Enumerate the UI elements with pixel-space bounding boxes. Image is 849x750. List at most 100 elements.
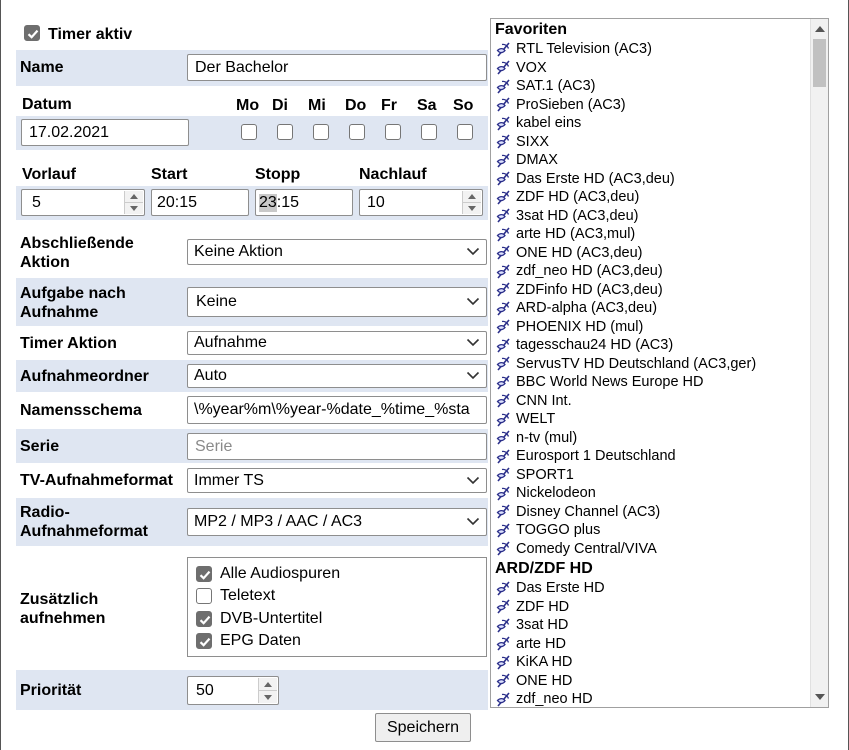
name-input[interactable]: Der Bachelor (187, 54, 487, 81)
channel-item[interactable]: Das Erste HD (491, 579, 810, 598)
channel-item[interactable]: ONE HD (AC3,deu) (491, 244, 810, 263)
channel-item[interactable]: ServusTV HD Deutschland (AC3,ger) (491, 355, 810, 374)
date-input[interactable]: 17.02.2021 (21, 119, 189, 146)
satellite-icon (496, 618, 510, 633)
channel-item[interactable]: CNN Int. (491, 392, 810, 411)
channel-name: ZDFinfo HD (AC3,deu) (516, 281, 663, 298)
channel-group-header: ARD/ZDF HD (495, 560, 593, 577)
channel-item[interactable]: zdf_neo HD (491, 690, 810, 707)
radio-format-label: Radio- Aufnahmeformat (20, 504, 149, 540)
day-label-sa: Sa (417, 97, 437, 114)
channel-item[interactable]: SPORT1 (491, 466, 810, 485)
channel-item[interactable]: SAT.1 (AC3) (491, 77, 810, 96)
channel-item[interactable]: KiKA HD (491, 653, 810, 672)
channel-item[interactable]: arte HD (AC3,mul) (491, 225, 810, 244)
channel-item[interactable]: PHOENIX HD (mul) (491, 318, 810, 337)
channel-item[interactable]: ARD-alpha (AC3,deu) (491, 299, 810, 318)
channel-item[interactable]: ZDF HD (491, 598, 810, 617)
satellite-icon (496, 245, 510, 260)
day-checkbox-sa[interactable] (421, 124, 437, 140)
timer-action-select[interactable]: Aufnahme (187, 331, 487, 355)
channel-item[interactable]: Disney Channel (AC3) (491, 503, 810, 522)
scroll-down-icon[interactable] (815, 694, 825, 700)
name-schema-input[interactable]: \%year%m\%year-%date_%time_%sta (187, 396, 487, 424)
channel-name: CNN Int. (516, 392, 572, 409)
radio-format-select[interactable]: MP2 / MP3 / AAC / AC3 (187, 508, 487, 536)
channel-item[interactable]: ONE HD (491, 672, 810, 691)
timer-active-checkbox[interactable] (24, 25, 40, 41)
channel-item[interactable]: ZDFinfo HD (AC3,deu) (491, 281, 810, 300)
option-teletext-checkbox[interactable] (196, 588, 212, 604)
nachlauf-value: 10 (367, 193, 385, 211)
channel-item[interactable]: SIXX (491, 133, 810, 152)
channel-item[interactable]: zdf_neo HD (AC3,deu) (491, 262, 810, 281)
day-checkbox-mi[interactable] (313, 124, 329, 140)
day-checkbox-fr[interactable] (385, 124, 401, 140)
channel-item[interactable]: TOGGO plus (491, 521, 810, 540)
channel-item[interactable]: ProSieben (AC3) (491, 96, 810, 115)
vorlauf-input[interactable]: 5 (21, 189, 145, 216)
channel-item[interactable]: Comedy Central/VIVA (491, 540, 810, 559)
stepper-up-icon[interactable] (258, 678, 277, 691)
record-folder-select[interactable]: Auto (187, 364, 487, 388)
stepper-down-icon[interactable] (124, 203, 143, 214)
save-button[interactable]: Speichern (375, 713, 471, 742)
channel-group-header: Favoriten (495, 21, 568, 38)
priority-stepper[interactable] (258, 678, 277, 703)
stopp-input[interactable]: 23:15 (255, 189, 353, 216)
nachlauf-stepper[interactable] (462, 191, 481, 214)
day-checkbox-di[interactable] (277, 124, 293, 140)
satellite-icon (496, 412, 510, 427)
stopp-minutes: :15 (276, 193, 300, 211)
scroll-up-icon[interactable] (815, 26, 825, 32)
channel-list[interactable]: Favoriten RTL Television (AC3) VOX SAT.1 (A… (490, 18, 829, 708)
channel-item[interactable]: ZDF HD (AC3,deu) (491, 188, 810, 207)
channel-item[interactable]: DMAX (491, 151, 810, 170)
vorlauf-stepper[interactable] (124, 191, 143, 214)
satellite-icon (496, 541, 510, 556)
satellite-icon (496, 116, 510, 131)
day-checkbox-so[interactable] (457, 124, 473, 140)
scroll-thumb[interactable] (813, 39, 826, 87)
priority-input[interactable]: 50 (187, 676, 279, 705)
after-record-select[interactable]: Keine (187, 287, 487, 317)
stepper-up-icon[interactable] (462, 191, 481, 203)
channel-name: DMAX (516, 152, 558, 168)
satellite-icon (496, 190, 510, 205)
series-input[interactable]: Serie (187, 433, 487, 460)
satellite-icon (496, 338, 510, 353)
satellite-icon (496, 153, 510, 168)
stepper-down-icon[interactable] (258, 691, 277, 703)
satellite-icon (496, 282, 510, 297)
channel-item[interactable]: RTL Television (AC3) (491, 40, 810, 59)
channel-item[interactable]: tagesschau24 HD (AC3) (491, 336, 810, 355)
channel-item[interactable]: Eurosport 1 Deutschland (491, 447, 810, 466)
channel-item[interactable]: 3sat HD (491, 616, 810, 635)
channel-name: arte HD (516, 635, 566, 652)
priority-label: Priorität (20, 682, 82, 699)
channel-item[interactable]: kabel eins (491, 114, 810, 133)
closing-action-select[interactable]: Keine Aktion (187, 239, 487, 265)
option-epg-data-checkbox[interactable] (196, 633, 212, 649)
channel-item[interactable]: WELT (491, 410, 810, 429)
option-all-audio-checkbox[interactable] (196, 566, 212, 582)
stepper-down-icon[interactable] (462, 203, 481, 214)
channel-item[interactable]: 3sat HD (AC3,deu) (491, 207, 810, 226)
channel-item[interactable]: Das Erste HD (AC3,deu) (491, 170, 810, 189)
day-checkbox-mo[interactable] (241, 124, 257, 140)
channel-item[interactable]: arte HD (491, 635, 810, 654)
day-checkbox-do[interactable] (349, 124, 365, 140)
day-label-so: So (453, 97, 474, 114)
channel-name: Das Erste HD (516, 580, 605, 596)
channel-name: ServusTV HD Deutschland (AC3,ger) (516, 355, 757, 372)
channel-item[interactable]: Nickelodeon (491, 484, 810, 503)
option-dvb-subtitles-checkbox[interactable] (196, 611, 212, 627)
channel-item[interactable]: VOX (491, 59, 810, 78)
channel-item[interactable]: n-tv (mul) (491, 429, 810, 448)
nachlauf-input[interactable]: 10 (359, 189, 483, 216)
stepper-up-icon[interactable] (124, 191, 143, 203)
tv-format-select[interactable]: Immer TS (187, 468, 487, 493)
channel-item[interactable]: BBC World News Europe HD (491, 373, 810, 392)
start-input[interactable]: 20:15 (151, 189, 249, 216)
channel-list-scrollbar[interactable] (810, 19, 828, 707)
